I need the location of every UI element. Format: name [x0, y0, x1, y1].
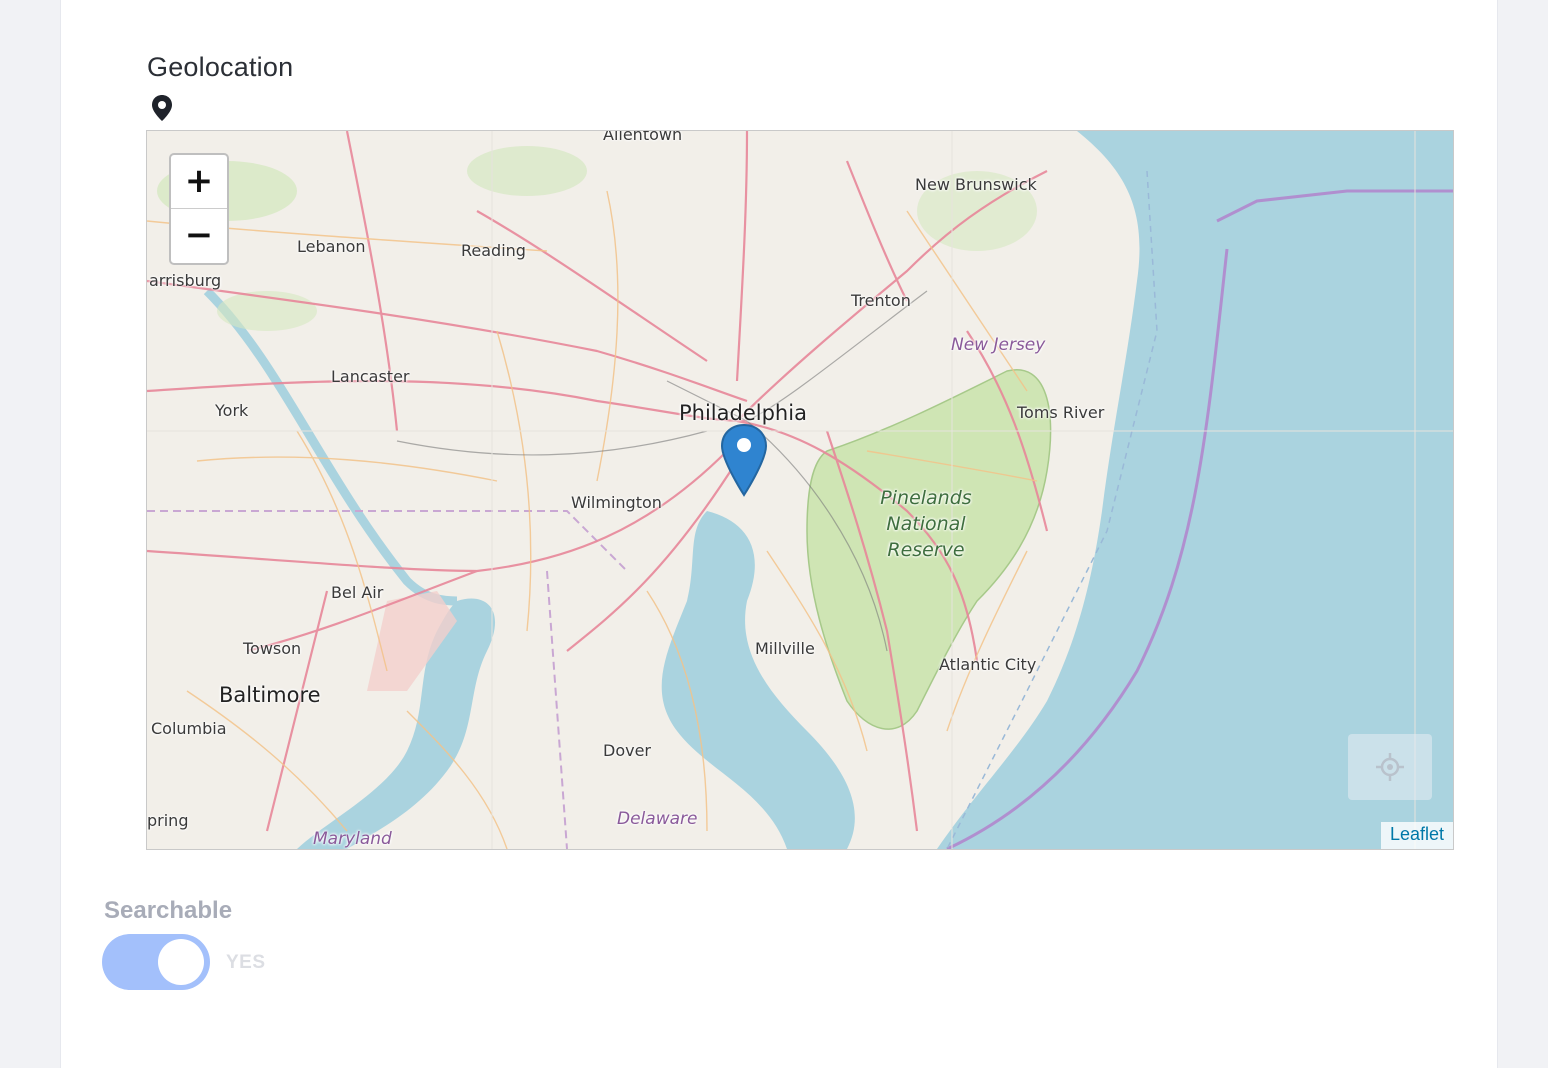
- searchable-label: Searchable: [104, 897, 233, 924]
- place-spring: pring: [147, 811, 189, 830]
- place-trenton: Trenton: [851, 291, 911, 310]
- toggle-state-text: YES: [226, 952, 266, 973]
- place-harrisburg: arrisburg: [149, 271, 222, 290]
- place-millville: Millville: [755, 639, 815, 658]
- place-new-jersey: New Jersey: [951, 335, 1046, 355]
- place-atlantic-city: Atlantic City: [939, 655, 1037, 674]
- place-philadelphia: Philadelphia: [679, 401, 807, 425]
- crosshair-icon: [1376, 753, 1404, 781]
- zoom-control: + −: [169, 153, 229, 265]
- place-baltimore: Baltimore: [219, 683, 321, 707]
- place-new-brunswick: New Brunswick: [915, 175, 1037, 194]
- searchable-toggle[interactable]: [102, 934, 210, 990]
- place-reading: Reading: [461, 241, 526, 260]
- place-towson: Towson: [243, 639, 302, 658]
- map-pin-icon: [152, 95, 172, 121]
- geolocation-map[interactable]: Allentown New Brunswick Lebanon Reading …: [146, 130, 1454, 850]
- locate-button[interactable]: [1348, 734, 1432, 800]
- pinelands-line-3: Reserve: [887, 539, 965, 561]
- pinelands-line-2: National: [886, 513, 966, 535]
- place-lebanon: Lebanon: [297, 237, 366, 256]
- geolocation-label: Geolocation: [147, 52, 294, 82]
- place-toms-river: Toms River: [1017, 403, 1105, 422]
- place-pinelands: Pinelands National Reserve: [867, 485, 985, 563]
- place-delaware: Delaware: [617, 809, 698, 829]
- pinelands-line-1: Pinelands: [880, 487, 972, 509]
- location-marker-icon[interactable]: [719, 423, 769, 497]
- place-maryland: Maryland: [313, 829, 392, 849]
- zoom-out-button[interactable]: −: [171, 209, 227, 262]
- place-lancaster: Lancaster: [331, 367, 410, 386]
- place-wilmington: Wilmington: [571, 493, 662, 512]
- place-allentown: Allentown: [603, 130, 683, 144]
- leaflet-attribution-link[interactable]: Leaflet: [1380, 822, 1453, 849]
- place-columbia: Columbia: [151, 719, 227, 738]
- toggle-knob: [158, 939, 204, 985]
- place-dover: Dover: [603, 741, 651, 760]
- zoom-in-button[interactable]: +: [171, 155, 227, 209]
- place-york: York: [215, 401, 249, 420]
- place-bel-air: Bel Air: [331, 583, 384, 602]
